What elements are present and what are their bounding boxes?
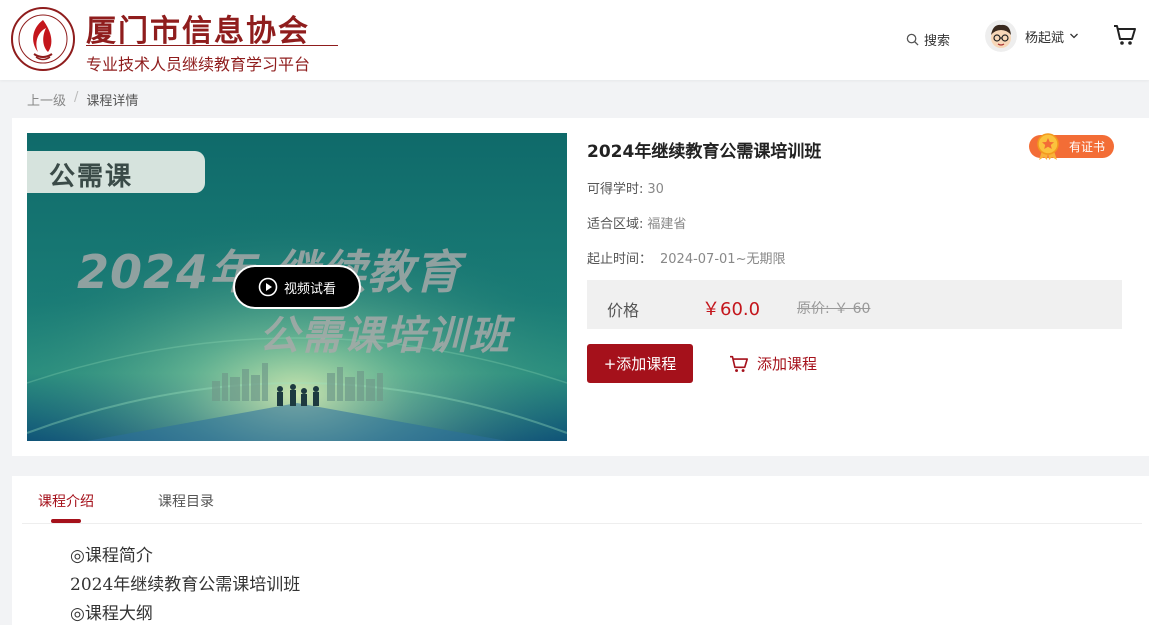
video-preview-label: 视频试看 [283,281,336,297]
add-course-button[interactable]: +添加课程 [587,344,693,383]
period-value: 2024-07-01~无期限 [660,252,786,267]
video-preview-button[interactable]: 视频试看 [233,265,361,309]
chevron-down-icon [1070,33,1078,39]
breadcrumb-parent-link[interactable]: 上一级 [27,90,66,109]
search-button[interactable]: 搜索 [906,30,950,49]
active-tab-indicator [51,519,81,523]
course-tabs: 课程介绍 课程目录 [22,476,1142,524]
course-title: 2024年继续教育公需课培训班 [587,142,822,162]
breadcrumb: 上一级 / 课程详情 [27,90,138,109]
region-value: 福建省 [647,217,687,232]
cart-icon [1114,25,1136,45]
tab-course-catalog[interactable]: 课程目录 [158,491,214,511]
breadcrumb-current: 课程详情 [86,94,139,109]
price-current: ￥60.0 [702,299,761,320]
hours-value: 30 [647,182,664,197]
price-original: 原价: ￥ 60 [797,301,871,317]
certificate-badge-label: 有证书 [1069,140,1106,154]
region-label: 适合区域: [587,217,644,232]
period-label: 起止时间： [587,252,653,267]
tab-course-intro[interactable]: 课程介绍 [38,491,94,511]
hours-label: 可得学时: [587,182,644,197]
breadcrumb-separator: / [74,90,79,105]
cart-icon [730,355,748,372]
add-to-cart-label: 添加课程 [757,355,818,373]
video-tag: 公需课 [27,151,205,193]
medal-icon [1037,133,1059,160]
search-icon [906,33,919,46]
video-headline-title: 公需课培训班 [259,313,511,359]
play-icon [258,277,278,297]
user-name: 杨起斌 [1025,30,1065,46]
brand-divider [86,45,338,46]
avatar [985,20,1017,52]
header: 厦门市信息协会 专业技术人员继续教育学习平台 搜索 杨起斌 [0,0,1149,80]
price-box: 价格 ￥60.0 原价: ￥ 60 [587,280,1122,329]
user-menu[interactable]: 杨起斌 [985,20,1079,52]
certificate-badge: 有证书 [1029,133,1114,160]
cart-button[interactable] [1113,24,1137,50]
association-logo[interactable] [10,6,76,72]
region-row: 适合区域: 福建省 [587,213,686,232]
description-heading-intro: ◎课程简介 [70,546,153,566]
video-tag-label: 公需课 [49,162,134,192]
description-heading-outline: ◎课程大纲 [70,604,153,624]
brand-subtitle: 专业技术人员继续教育学习平台 [86,55,311,74]
price-label: 价格 [607,301,640,320]
brand-title: 厦门市信息协会 [86,14,310,49]
add-to-cart-button[interactable]: 添加课程 [729,353,817,374]
hours-row: 可得学时: 30 [587,178,664,197]
period-row: 起止时间： 2024-07-01~无期限 [587,248,785,267]
search-label: 搜索 [924,34,951,49]
description-text: 2024年继续教育公需课培训班 [70,575,301,595]
